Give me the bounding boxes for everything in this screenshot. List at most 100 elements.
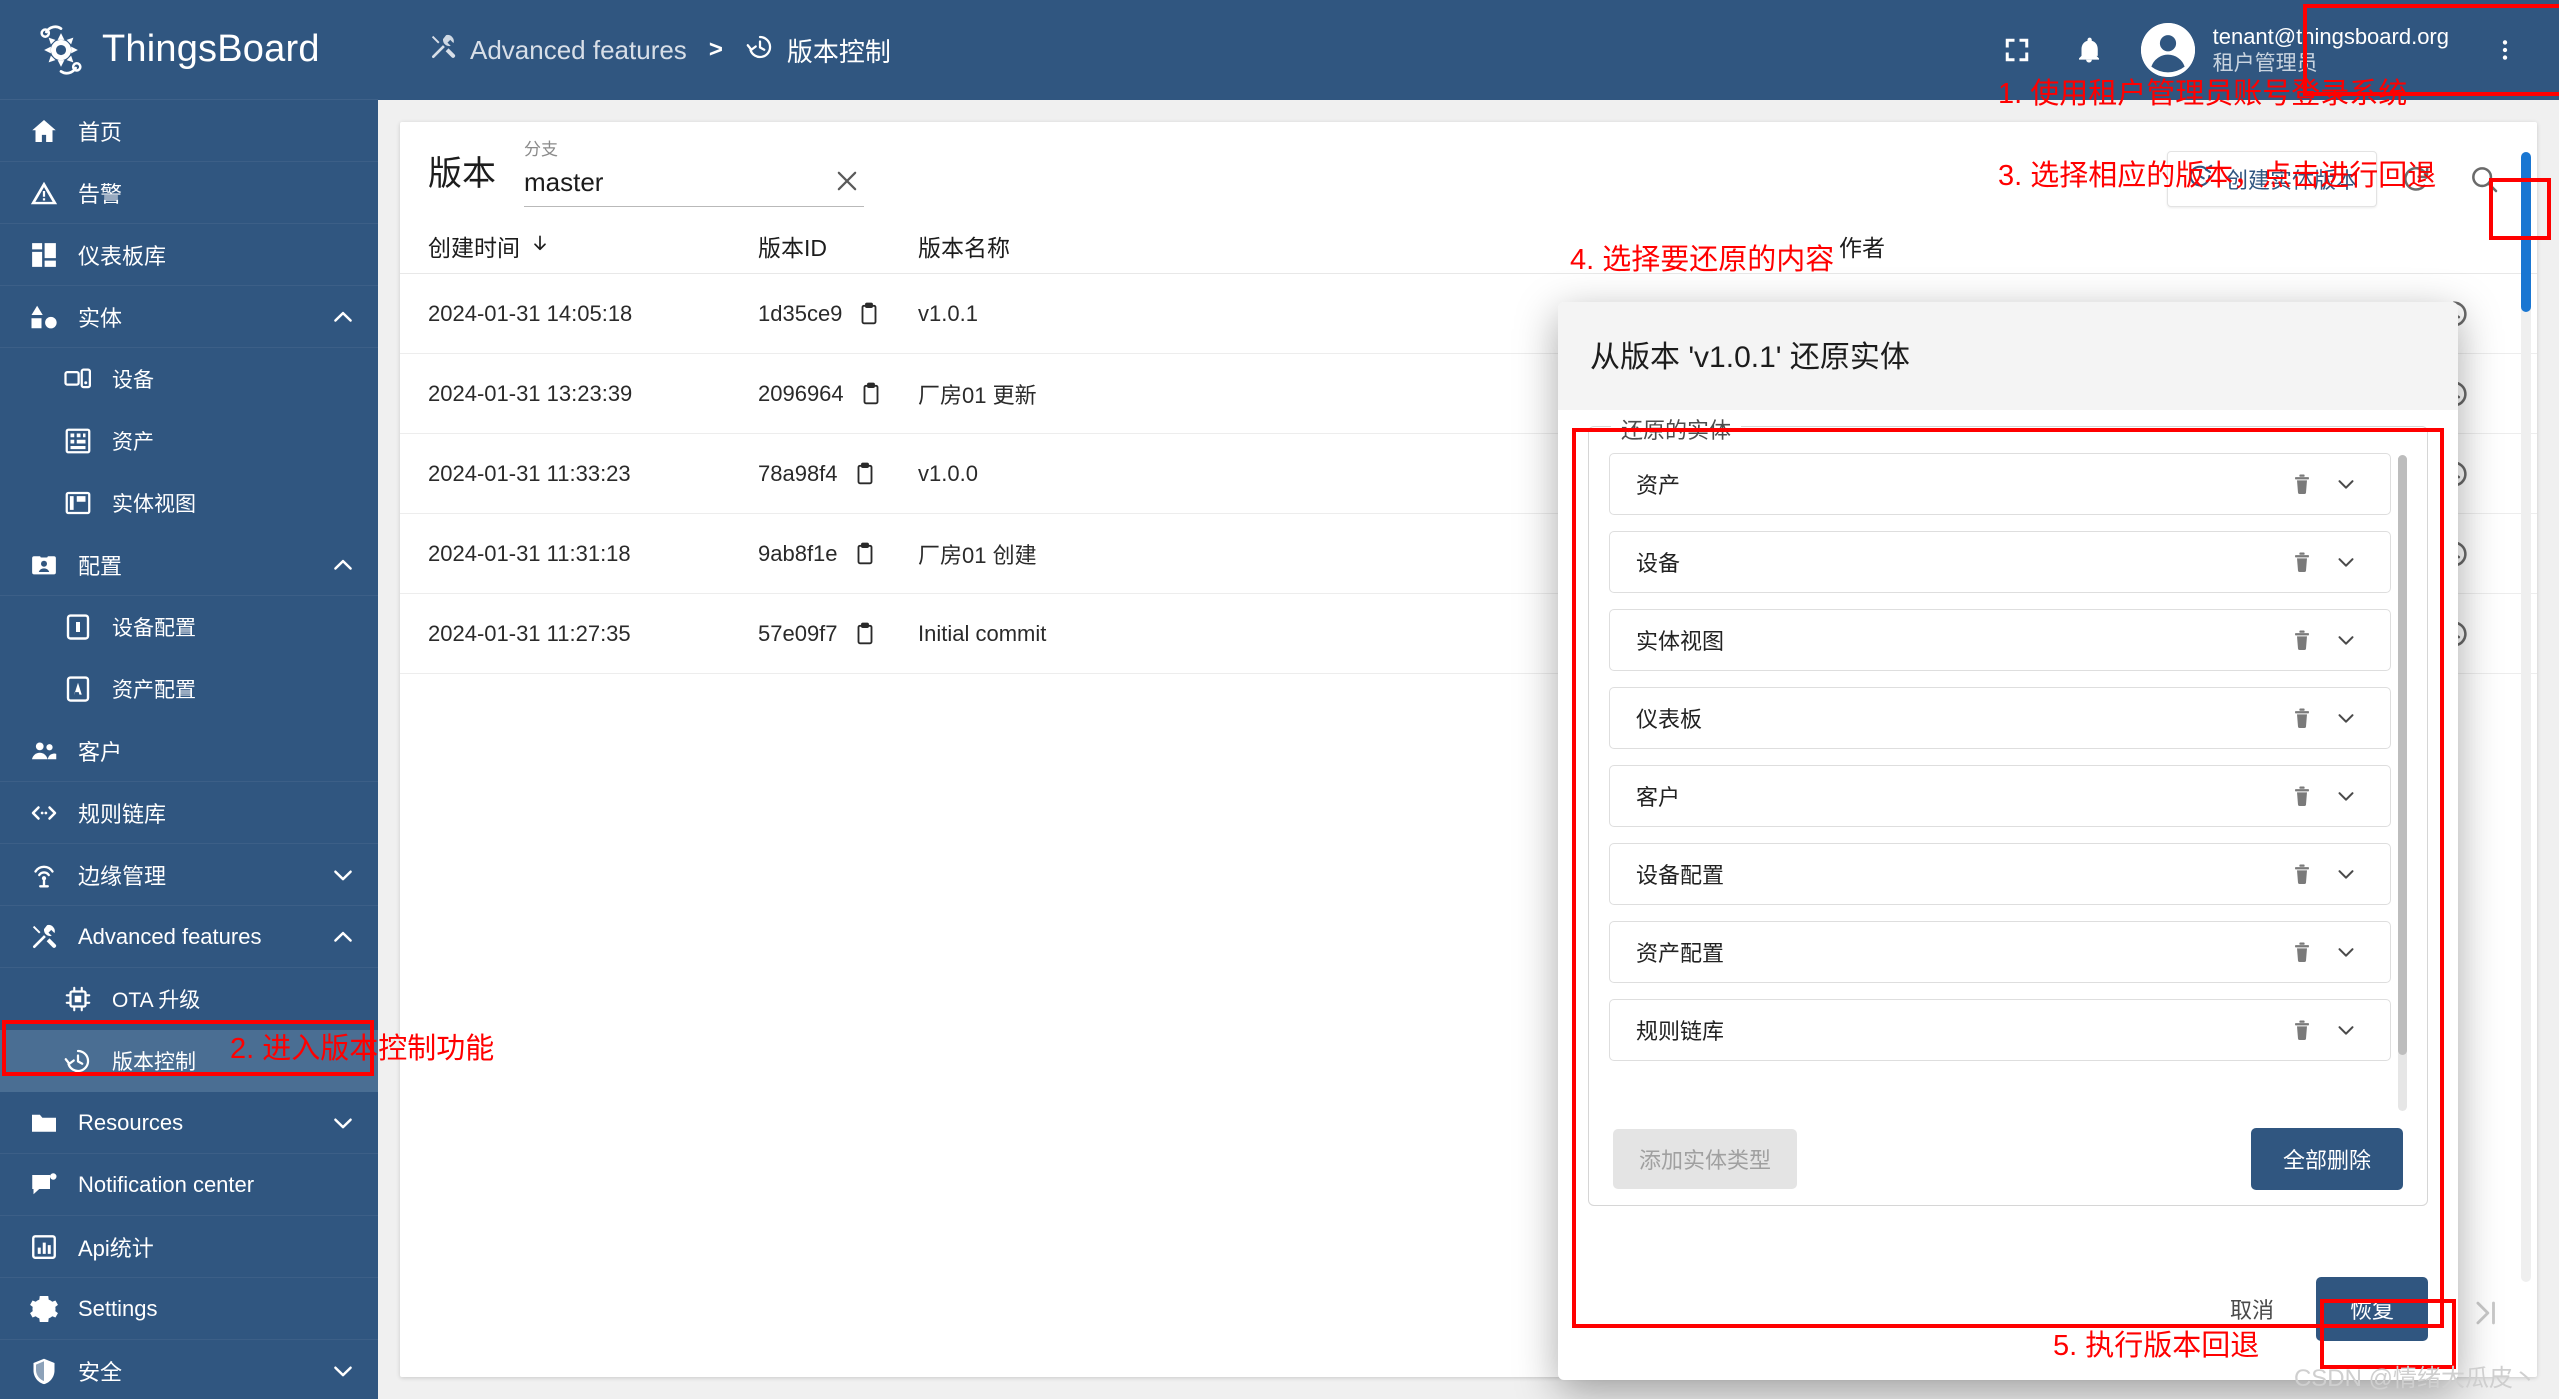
entity-type-row[interactable]: 客户 <box>1609 765 2391 827</box>
entity-type-row[interactable]: 设备配置 <box>1609 843 2391 905</box>
sidebar-item-8[interactable]: 设备配置 <box>0 596 378 658</box>
entity-type-row[interactable]: 实体视图 <box>1609 609 2391 671</box>
trash-icon[interactable] <box>2280 939 2324 965</box>
search-icon[interactable] <box>2455 150 2513 208</box>
trash-icon[interactable] <box>2280 549 2324 575</box>
create-entity-version-label: 创建实体版本 <box>2225 168 2358 193</box>
sidebar-item-0[interactable]: 首页 <box>0 100 378 162</box>
sidebar-item-7[interactable]: 配置 <box>0 534 378 596</box>
chevron-down-icon[interactable] <box>2324 783 2368 809</box>
chevron-down-icon[interactable] <box>2324 627 2368 653</box>
branch-input-row[interactable]: master <box>524 164 864 207</box>
fullscreen-icon[interactable] <box>1981 14 2053 86</box>
chevron-down-icon[interactable] <box>330 862 356 888</box>
column-header-time[interactable]: 创建时间 <box>428 229 758 263</box>
trash-icon[interactable] <box>2280 783 2324 809</box>
fieldset-legend: 还原的实体 <box>1611 413 1742 445</box>
sidebar-item-18[interactable]: Api统计 <box>0 1216 378 1278</box>
customers-people-icon <box>28 736 60 766</box>
sidebar-item-17[interactable]: Notification center <box>0 1154 378 1216</box>
close-icon[interactable] <box>830 164 864 198</box>
chevron-down-icon[interactable] <box>330 1110 356 1136</box>
add-entity-type-button[interactable]: 添加实体类型 <box>1613 1129 1798 1189</box>
cell-id: 2096964 <box>758 380 844 406</box>
chevron-down-icon[interactable] <box>2324 471 2368 497</box>
cancel-button[interactable]: 取消 <box>2206 1279 2298 1339</box>
chevron-down-icon[interactable] <box>2324 939 2368 965</box>
bell-icon[interactable] <box>2053 14 2125 86</box>
clipboard-copy-icon[interactable] <box>858 381 884 407</box>
sidebar-item-10[interactable]: 客户 <box>0 720 378 782</box>
branch-input[interactable]: master <box>524 167 830 198</box>
column-header-name[interactable]: 版本名称 <box>918 229 1839 263</box>
chevron-up-icon[interactable] <box>330 924 356 950</box>
device-profile-icon <box>62 612 94 642</box>
sidebar-item-1[interactable]: 告警 <box>0 162 378 224</box>
entity-list-scrollbar-thumb[interactable] <box>2398 455 2407 1055</box>
chevron-down-icon[interactable] <box>2324 549 2368 575</box>
clipboard-copy-icon[interactable] <box>852 541 878 567</box>
sidebar-item-6[interactable]: 实体视图 <box>0 472 378 534</box>
breadcrumb-item-version-control[interactable]: 版本控制 <box>745 32 891 69</box>
sidebar-item-13[interactable]: Advanced features <box>0 906 378 968</box>
page-scrollbar-thumb[interactable] <box>2521 152 2531 312</box>
sidebar-item-label: 客户 <box>78 739 123 765</box>
clipboard-copy-icon[interactable] <box>856 301 882 327</box>
sidebar-item-11[interactable]: 规则链库 <box>0 782 378 844</box>
trash-icon[interactable] <box>2280 1017 2324 1043</box>
sidebar-item-2[interactable]: 仪表板库 <box>0 224 378 286</box>
sidebar-item-20[interactable]: 安全 <box>0 1340 378 1399</box>
refresh-icon[interactable] <box>2387 150 2445 208</box>
trash-icon[interactable] <box>2280 627 2324 653</box>
chevron-up-icon[interactable] <box>330 304 356 330</box>
sidebar-item-15[interactable]: 版本控制 <box>0 1030 378 1092</box>
chevron-down-icon[interactable] <box>330 1358 356 1384</box>
page-scrollbar-track[interactable] <box>2521 152 2531 1282</box>
trash-icon[interactable] <box>2280 471 2324 497</box>
clipboard-copy-icon[interactable] <box>852 621 878 647</box>
sidebar-item-3[interactable]: 实体 <box>0 286 378 348</box>
branch-label: 分支 <box>524 140 558 159</box>
column-header-id[interactable]: 版本ID <box>758 229 918 263</box>
cell-time: 2024-01-31 13:23:39 <box>428 380 633 406</box>
clipboard-copy-icon[interactable] <box>852 461 878 487</box>
cell-time: 2024-01-31 11:27:35 <box>428 620 631 646</box>
entity-type-label: 实体视图 <box>1636 629 1725 654</box>
trash-icon[interactable] <box>2280 705 2324 731</box>
sidebar-item-19[interactable]: Settings <box>0 1278 378 1340</box>
column-header-author[interactable]: 作者 <box>1839 229 2399 263</box>
entity-type-row[interactable]: 设备 <box>1609 531 2391 593</box>
sidebar-item-label: 首页 <box>78 119 123 145</box>
sidebar-nav: 首页告警 仪表板库 实体 设备 资产 实体视图 配置 设备配置 资产配置客户规则链库 边缘管理 Ad… <box>0 100 378 1399</box>
chevron-up-icon[interactable] <box>330 552 356 578</box>
sidebar-item-label: Advanced features <box>78 923 262 949</box>
user-meta: tenant@thingsboard.org 租户管理员 <box>2213 23 2449 77</box>
restore-button[interactable]: 恢复 <box>2315 1277 2428 1341</box>
user-menu-button[interactable]: tenant@thingsboard.org 租户管理员 <box>2125 13 2469 87</box>
entity-type-row[interactable]: 规则链库 <box>1609 999 2391 1061</box>
card-header: 版本 分支 master 创建实体版本 <box>400 122 2537 218</box>
sidebar-item-4[interactable]: 设备 <box>0 348 378 410</box>
restore-entities-dialog: 从版本 'v1.0.1' 还原实体 还原的实体 资产 设备 实体视图 仪表板 客户 设备配… <box>1558 302 2458 1380</box>
chevron-down-icon[interactable] <box>2324 705 2368 731</box>
chevron-down-icon[interactable] <box>2324 1017 2368 1043</box>
history-restore-icon <box>745 32 775 69</box>
sidebar-item-label: 版本控制 <box>112 1051 196 1074</box>
entity-type-row[interactable]: 仪表板 <box>1609 687 2391 749</box>
breadcrumb-item-advanced-features[interactable]: Advanced features <box>428 32 687 69</box>
brand-header[interactable]: ThingsBoard <box>0 0 378 100</box>
collapse-right-icon[interactable] <box>2459 1287 2511 1339</box>
more-vertical-icon[interactable] <box>2469 14 2541 86</box>
sidebar-item-12[interactable]: 边缘管理 <box>0 844 378 906</box>
sidebar-item-9[interactable]: 资产配置 <box>0 658 378 720</box>
tools-icon <box>428 32 458 69</box>
entity-type-row[interactable]: 资产 <box>1609 453 2391 515</box>
create-entity-version-button[interactable]: 创建实体版本 <box>2166 151 2377 207</box>
sidebar-item-14[interactable]: OTA 升级 <box>0 968 378 1030</box>
delete-all-button[interactable]: 全部删除 <box>2250 1128 2403 1190</box>
entity-type-row[interactable]: 资产配置 <box>1609 921 2391 983</box>
chevron-down-icon[interactable] <box>2324 861 2368 887</box>
sidebar-item-16[interactable]: Resources <box>0 1092 378 1154</box>
sidebar-item-5[interactable]: 资产 <box>0 410 378 472</box>
trash-icon[interactable] <box>2280 861 2324 887</box>
